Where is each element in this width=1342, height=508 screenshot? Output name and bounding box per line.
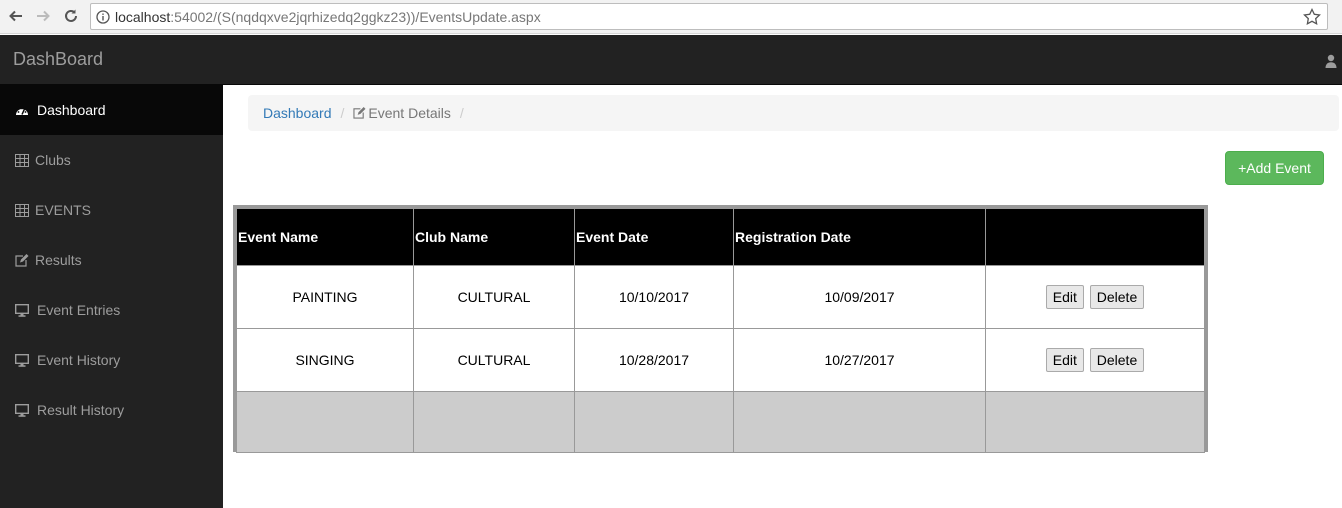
- forward-arrow-icon[interactable]: [32, 5, 54, 27]
- breadcrumb-current: Event Details: [353, 105, 451, 121]
- cell-registration-date: 10/09/2017: [733, 265, 986, 329]
- sidebar-item-label: Event History: [37, 352, 121, 368]
- address-bar[interactable]: localhost:54002/(S(nqdqxve2jqrhizedq2ggk…: [90, 3, 1328, 30]
- table-icon: [15, 153, 31, 167]
- sidebar-item-result-history[interactable]: Result History: [0, 385, 223, 435]
- brand-title[interactable]: DashBoard: [13, 49, 103, 70]
- sidebar-item-event-history[interactable]: Event History: [0, 335, 223, 385]
- sidebar-item-label: Clubs: [35, 152, 71, 168]
- dashboard-icon: [15, 103, 31, 117]
- edit-icon: [353, 107, 366, 119]
- cell-club-name: CULTURAL: [413, 328, 575, 392]
- header-registration-date: Registration Date: [733, 208, 986, 266]
- url-text: localhost:54002/(S(nqdqxve2jqrhizedq2ggk…: [115, 9, 541, 25]
- header-event-date: Event Date: [574, 208, 734, 266]
- table-row: PAINTING CULTURAL 10/10/2017 10/09/2017 …: [236, 265, 1205, 329]
- sidebar-item-results[interactable]: Results: [0, 235, 223, 285]
- sidebar-item-clubs[interactable]: Clubs: [0, 135, 223, 185]
- user-icon[interactable]: [1325, 54, 1337, 68]
- cell-actions: Edit Delete: [985, 328, 1205, 392]
- url-path: :54002/(S(nqdqxve2jqrhizedq2ggkz23))/Eve…: [170, 8, 541, 25]
- breadcrumb: Dashboard / Event Details /: [248, 95, 1339, 131]
- header-event-name: Event Name: [236, 208, 414, 266]
- sidebar-item-label: Result History: [37, 402, 125, 418]
- cell-actions: Edit Delete: [985, 265, 1205, 329]
- back-arrow-icon[interactable]: [5, 5, 27, 27]
- sidebar-item-label: Results: [35, 252, 82, 268]
- table-row: SINGING CULTURAL 10/28/2017 10/27/2017 E…: [236, 328, 1205, 392]
- breadcrumb-current-label: Event Details: [368, 105, 451, 121]
- sidebar-item-dashboard[interactable]: Dashboard: [0, 85, 223, 135]
- empty-cell: [413, 391, 575, 453]
- url-host: localhost: [115, 8, 171, 25]
- browser-toolbar: localhost:54002/(S(nqdqxve2jqrhizedq2ggk…: [0, 0, 1342, 34]
- table-icon: [15, 203, 31, 217]
- cell-club-name: CULTURAL: [413, 265, 575, 329]
- table-empty-row: [236, 391, 1205, 453]
- empty-cell: [985, 391, 1205, 453]
- breadcrumb-separator: /: [340, 105, 345, 121]
- table-header-row: Event Name Club Name Event Date Registra…: [236, 208, 1205, 266]
- cell-event-name: PAINTING: [236, 265, 414, 329]
- edit-icon: [15, 253, 31, 267]
- sidebar-item-label: Event Entries: [37, 302, 121, 318]
- reload-icon[interactable]: [60, 5, 82, 27]
- cell-event-date: 10/28/2017: [574, 328, 734, 392]
- sidebar-item-event-entries[interactable]: Event Entries: [0, 285, 223, 335]
- empty-cell: [733, 391, 986, 453]
- edit-button[interactable]: Edit: [1045, 285, 1084, 309]
- desktop-icon: [15, 303, 31, 317]
- desktop-icon: [15, 403, 31, 417]
- cell-event-date: 10/10/2017: [574, 265, 734, 329]
- sidebar: Dashboard Clubs EVENTS Results Event Ent…: [0, 85, 223, 508]
- desktop-icon: [15, 353, 31, 367]
- empty-cell: [574, 391, 734, 453]
- events-table: Event Name Club Name Event Date Registra…: [233, 205, 1208, 453]
- header-actions: [985, 208, 1205, 266]
- sidebar-item-label: Dashboard: [37, 102, 106, 118]
- cell-registration-date: 10/27/2017: [733, 328, 986, 392]
- breadcrumb-separator: /: [459, 105, 464, 121]
- info-icon[interactable]: [91, 4, 115, 29]
- sidebar-item-events[interactable]: EVENTS: [0, 185, 223, 235]
- add-event-button[interactable]: +Add Event: [1225, 151, 1324, 185]
- cell-event-name: SINGING: [236, 328, 414, 392]
- edit-button[interactable]: Edit: [1045, 348, 1084, 372]
- empty-cell: [236, 391, 414, 453]
- delete-button[interactable]: Delete: [1089, 348, 1145, 372]
- sidebar-item-label: EVENTS: [35, 202, 92, 218]
- bookmark-star-icon[interactable]: [1303, 8, 1321, 26]
- delete-button[interactable]: Delete: [1089, 285, 1145, 309]
- header-club-name: Club Name: [413, 208, 575, 266]
- top-navbar: DashBoard: [0, 35, 1342, 85]
- breadcrumb-home-link[interactable]: Dashboard: [263, 105, 332, 121]
